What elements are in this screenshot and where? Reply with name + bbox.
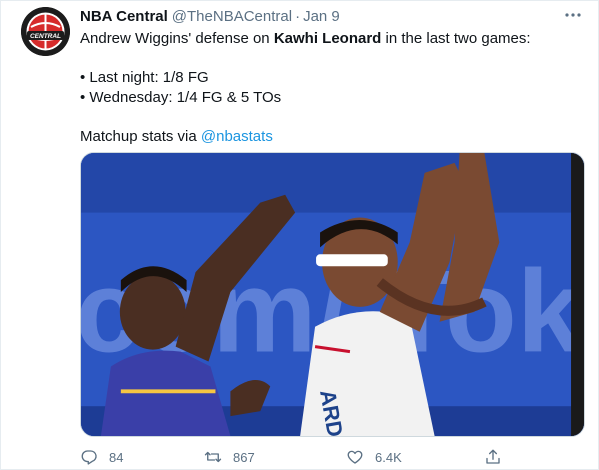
share-button[interactable]	[484, 447, 513, 467]
reply-count: 84	[109, 449, 124, 465]
tweet-line-1: Andrew Wiggins' defense on Kawhi Leonard…	[80, 29, 585, 49]
tweet-media-image[interactable]: com/ Token ARD	[80, 152, 585, 437]
basketball-photo: com/ Token ARD	[81, 153, 584, 436]
like-button[interactable]: 6.4K	[346, 447, 402, 467]
tweet-bullet-2: • Wednesday: 1/4 FG & 5 TOs	[80, 89, 282, 106]
tweet-line-1-prefix: Andrew Wiggins' defense on	[80, 30, 274, 47]
author-handle[interactable]: @TheNBACentral	[172, 8, 292, 25]
retweet-button[interactable]: 867	[204, 447, 255, 467]
heart-icon	[347, 450, 363, 464]
more-dots-icon	[565, 13, 581, 17]
nba-central-logo-icon: CENTRAL	[21, 7, 70, 56]
tweet-timestamp[interactable]: Jan 9	[303, 8, 340, 25]
like-count: 6.4K	[375, 449, 402, 465]
reply-button[interactable]: 84	[80, 447, 123, 467]
reply-icon	[81, 450, 97, 465]
tweet-line-3-prefix: Matchup stats via	[80, 128, 201, 145]
tweet-header: NBA Central @TheNBACentral · Jan 9	[80, 7, 340, 27]
share-icon	[486, 449, 500, 464]
tweet-line-1-suffix: in the last two games:	[381, 30, 531, 47]
author-avatar[interactable]: CENTRAL	[21, 7, 70, 56]
tweet-bold-name: Kawhi Leonard	[273, 30, 382, 47]
retweet-count: 867	[233, 449, 255, 465]
retweet-icon	[204, 451, 222, 463]
tweet-card[interactable]: CENTRAL NBA Central @TheNBACentral · Jan 9 …	[0, 0, 599, 470]
tweet-bullet-1: • Last night: 1/8 FG	[80, 69, 209, 86]
mention-link[interactable]: @nbastats	[201, 128, 273, 145]
tweet-text: Andrew Wiggins' defense on Kawhi Leonard…	[80, 29, 585, 147]
more-options-button[interactable]	[562, 7, 584, 23]
avatar-wordmark: CENTRAL	[30, 33, 61, 40]
tweet-actions: 84 867 6.4K	[80, 447, 585, 467]
tweet-line-3: Matchup stats via @nbastats	[80, 127, 585, 147]
header-separator: ·	[295, 8, 301, 25]
author-display-name[interactable]: NBA Central	[80, 8, 168, 25]
